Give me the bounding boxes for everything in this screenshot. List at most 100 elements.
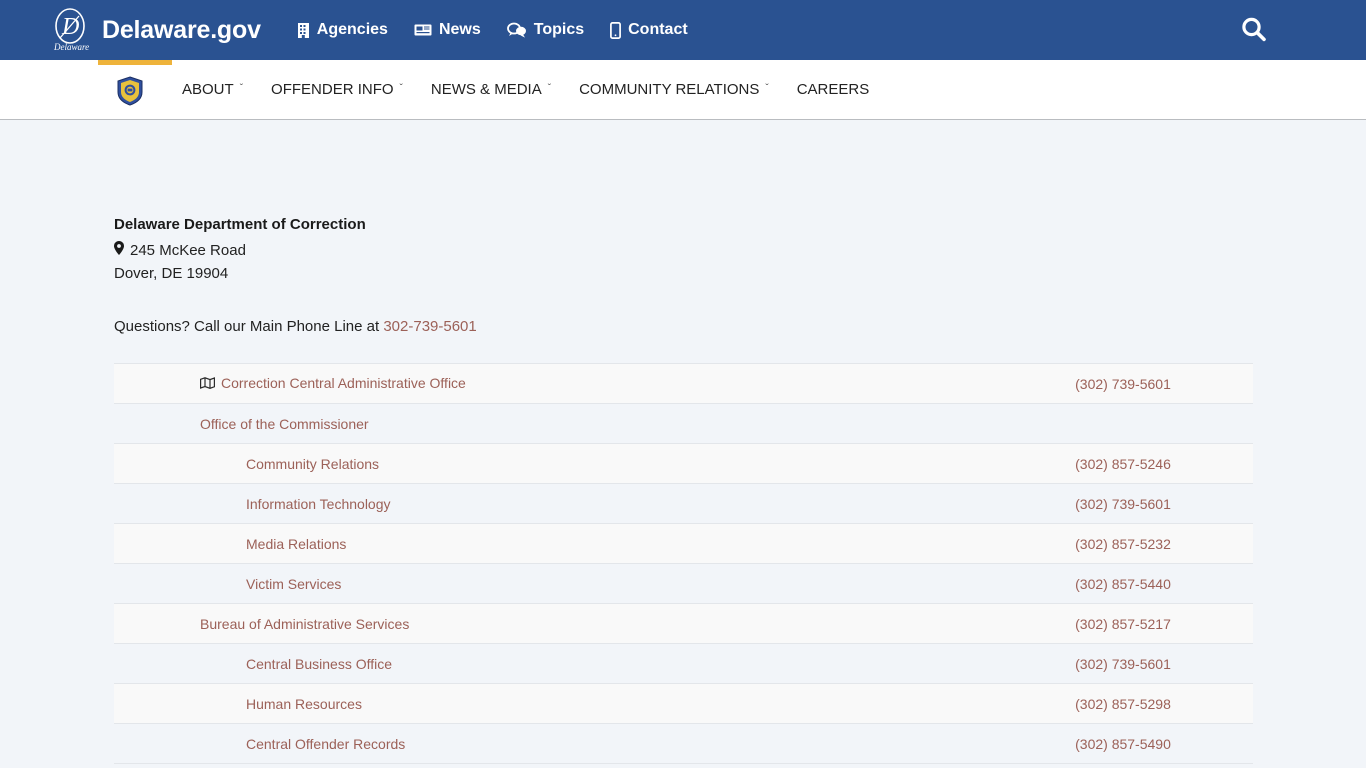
agency-menu-item-community-relations[interactable]: COMMUNITY RELATIONS ˇ: [565, 81, 783, 98]
directory-entry-label: Office of the Commissioner: [200, 415, 369, 432]
directory-entry-link[interactable]: Correction Central Administrative Office: [200, 375, 466, 391]
directory-phone-cell[interactable]: (302) 857-5246: [993, 443, 1253, 484]
questions-prefix: Questions? Call our Main Phone Line at: [114, 318, 384, 335]
directory-entry-link[interactable]: Community Relations: [246, 456, 379, 472]
directory-entry-label: Human Resources: [246, 695, 362, 712]
state-nav-contact[interactable]: Contact: [610, 21, 688, 39]
directory-phone-cell[interactable]: (302) 857-5298: [993, 683, 1253, 724]
table-row: Office of the Commissioner: [114, 403, 1253, 444]
page-title: Delaware Department of Correction: [114, 216, 366, 233]
state-nav-agencies[interactable]: Agencies: [297, 21, 388, 39]
agency-menu-item-careers[interactable]: CAREERS: [783, 81, 884, 98]
directory-entry-label: Information Technology: [246, 495, 391, 512]
directory-phone-cell[interactable]: (302) 857-5232: [993, 523, 1253, 564]
directory-entry-link[interactable]: Human Resources: [246, 696, 362, 712]
directory-phone-cell[interactable]: (302) 739-5601: [993, 363, 1253, 404]
city-state-zip: Dover, DE 19904: [114, 265, 229, 282]
agency-menu-item-community-relations-label: COMMUNITY RELATIONS: [579, 81, 760, 98]
directory-entry-label: Correction Central Administrative Office: [221, 375, 466, 391]
agency-menu-item-news-media[interactable]: NEWS & MEDIA ˇ: [417, 81, 565, 98]
chevron-down-icon: ˇ: [239, 83, 244, 94]
building-icon: [297, 22, 310, 39]
directory-entry-link[interactable]: Central Offender Records: [246, 736, 405, 752]
delaware-gov-brand-link[interactable]: D Delaware Delaware.gov: [48, 7, 261, 53]
table-row: Bureau of Administrative Services (302) …: [114, 603, 1253, 644]
directory-name-cell: Bureau of Administrative Services: [114, 603, 993, 644]
directory-entry-link[interactable]: Office of the Commissioner: [200, 416, 369, 432]
directory-phone-cell[interactable]: (302) 739-5601: [993, 483, 1253, 524]
directory-name-cell: Central Business Office: [114, 643, 993, 684]
directory-entry-link[interactable]: Media Relations: [246, 536, 346, 552]
agency-menu-item-offender-info-label: OFFENDER INFO: [271, 81, 394, 98]
state-nav-agencies-label: Agencies: [316, 21, 388, 38]
street-address: 245 McKee Road: [130, 242, 246, 259]
table-row: Community Relations (302) 857-5246: [114, 443, 1253, 484]
agency-menu-item-news-media-label: NEWS & MEDIA: [430, 81, 542, 98]
mobile-phone-icon: [610, 21, 622, 39]
doc-shield-logo[interactable]: [116, 76, 144, 106]
delaware-script-d-logo: D Delaware: [48, 7, 92, 53]
agency-menu-item-about-label: ABOUT: [182, 81, 234, 98]
directory-phone-cell[interactable]: (302) 739-5601: [993, 643, 1253, 684]
active-tab-accent: [98, 60, 172, 65]
directory-name-cell: Human Resources: [114, 683, 993, 724]
directory-name-cell: Correction Central Administrative Office: [114, 363, 993, 404]
agency-navigation-bar: ABOUT ˇ OFFENDER INFO ˇ NEWS & MEDIA ˇ C…: [0, 60, 1366, 120]
table-row: Central Offender Records (302) 857-5490: [114, 723, 1253, 764]
directory-entry-label: Bureau of Administrative Services: [200, 615, 410, 632]
chevron-down-icon: ˇ: [765, 83, 769, 94]
directory-phone-cell[interactable]: (302) 857-5440: [993, 563, 1253, 604]
directory-entry-link[interactable]: Bureau of Administrative Services: [200, 616, 409, 632]
directory-entry-link[interactable]: Victim Services: [246, 576, 341, 592]
delaware-gov-header: D Delaware Delaware.gov Agencies News To…: [0, 0, 1366, 60]
state-nav-news[interactable]: News: [414, 21, 481, 39]
directory-entry-link[interactable]: Information Technology: [246, 496, 391, 512]
speech-bubbles-icon: [506, 22, 527, 38]
state-nav-news-label: News: [438, 21, 481, 38]
street-address-line: 245 McKee Road: [114, 241, 1366, 259]
questions-line: Questions? Call our Main Phone Line at 3…: [114, 318, 1366, 335]
directory-name-cell: Information Technology: [114, 483, 993, 524]
directory-entry-label: Community Relations: [246, 455, 380, 472]
location-pin-icon: [114, 241, 124, 259]
state-nav-topics[interactable]: Topics: [506, 21, 585, 39]
agency-menu-item-about[interactable]: ABOUT ˇ: [168, 81, 257, 98]
brand-name: Delaware.gov: [102, 15, 261, 44]
directory-entry-link[interactable]: Central Business Office: [246, 656, 392, 672]
main-phone-link[interactable]: 302-739-5601: [383, 318, 476, 335]
directory-name-cell: Office of the Commissioner: [114, 403, 993, 444]
directory-name-cell: Central Offender Records: [114, 723, 993, 764]
directory-phone-cell[interactable]: (302) 857-5217: [993, 603, 1253, 644]
directory-phone-cell[interactable]: (302) 857-5490: [993, 723, 1253, 764]
directory-entry-label: Media Relations: [246, 535, 347, 552]
agency-menu: ABOUT ˇ OFFENDER INFO ˇ NEWS & MEDIA ˇ C…: [168, 81, 883, 98]
chevron-down-icon: ˇ: [547, 83, 552, 94]
state-nav-contact-label: Contact: [628, 21, 688, 38]
main-content: Delaware Department of Correction 245 Mc…: [0, 120, 1366, 764]
directory-table-body: Correction Central Administrative Office…: [114, 363, 1253, 764]
directory-entry-label: Central Offender Records: [246, 735, 406, 752]
table-row: Human Resources (302) 857-5298: [114, 683, 1253, 724]
directory-name-cell: Community Relations: [114, 443, 993, 484]
state-nav-topics-label: Topics: [533, 21, 585, 38]
table-row: Victim Services (302) 857-5440: [114, 563, 1253, 604]
directory-entry-label: Central Business Office: [246, 655, 393, 672]
agency-menu-item-careers-label: CAREERS: [796, 81, 870, 98]
agency-menu-item-offender-info[interactable]: OFFENDER INFO ˇ: [257, 81, 417, 98]
directory-name-cell: Victim Services: [114, 563, 993, 604]
directory-table: Correction Central Administrative Office…: [114, 363, 1253, 764]
directory-name-cell: Media Relations: [114, 523, 993, 564]
newspaper-icon: [414, 23, 432, 37]
directory-phone-cell: [993, 403, 1253, 444]
chevron-down-icon: ˇ: [399, 83, 403, 94]
search-icon[interactable]: [1236, 12, 1272, 48]
